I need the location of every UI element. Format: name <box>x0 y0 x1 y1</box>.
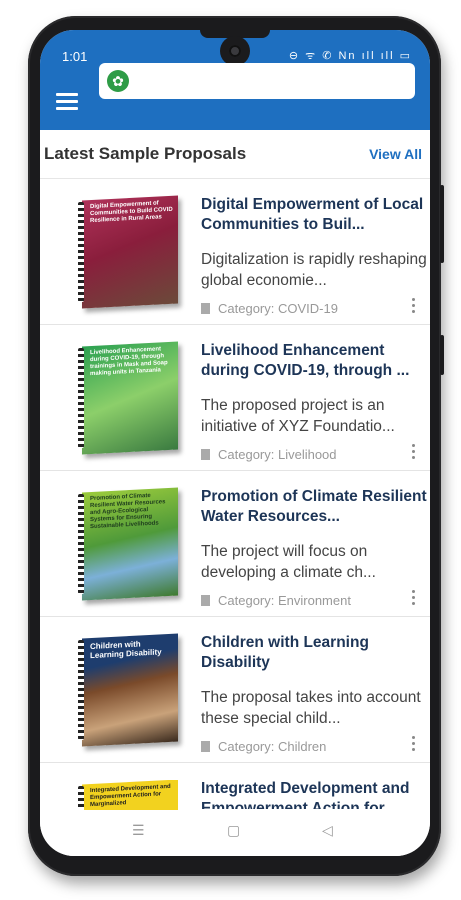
more-options-icon[interactable] <box>410 443 416 461</box>
proposal-list: Digital Empowerment of Communities to Bu… <box>40 179 430 823</box>
book-cover-image: Children with Learning Disability <box>78 633 178 747</box>
screen: 1:01 ⊖ ᯤ ✆ Nn ıll ıll ▭ ✿ Latest Sample … <box>40 30 430 856</box>
home-button[interactable]: ▢ <box>227 822 240 839</box>
list-item[interactable]: Promotion of Climate Resilient Water Res… <box>40 471 430 617</box>
proposal-title[interactable]: Promotion of Climate Resilient Water Res… <box>201 487 429 527</box>
proposal-title[interactable]: Livelihood Enhancement during COVID-19, … <box>201 341 429 381</box>
proposal-description: Digitalization is rapidly reshaping glob… <box>201 251 427 289</box>
view-all-link[interactable]: View All <box>369 146 422 162</box>
volume-button <box>440 185 444 263</box>
section-title: Latest Sample Proposals <box>44 144 247 163</box>
more-options-icon[interactable] <box>410 589 416 607</box>
cover-title: Promotion of Climate Resilient Water Res… <box>90 492 166 531</box>
search-bar[interactable]: ✿ <box>99 63 415 99</box>
document-icon <box>201 595 210 606</box>
book-cover-image: Promotion of Climate Resilient Water Res… <box>78 487 178 601</box>
proposal-category: Category: Livelihood <box>201 447 337 462</box>
list-item[interactable]: Digital Empowerment of Communities to Bu… <box>40 179 430 325</box>
section-header: Latest Sample Proposals View All <box>40 130 430 179</box>
list-item[interactable]: Children with Learning Disability Childr… <box>40 617 430 763</box>
status-time: 1:01 <box>62 49 88 64</box>
proposal-description: The proposal takes into account these sp… <box>201 689 421 727</box>
book-cover-image: Livelihood Enhancement during COVID-19, … <box>78 341 178 455</box>
back-button[interactable]: ◁ <box>322 822 333 839</box>
system-nav-bar: ☰ ▢ ◁ <box>40 810 430 856</box>
app-logo-icon: ✿ <box>107 70 129 92</box>
more-options-icon[interactable] <box>410 297 416 315</box>
cover-title: Children with Learning Disability <box>90 639 162 661</box>
document-icon <box>201 303 210 314</box>
cover-title: Integrated Development and Empowerment A… <box>90 783 171 809</box>
proposal-title[interactable]: Integrated Development and Empowerment A… <box>201 779 429 809</box>
status-icons: ⊖ ᯤ ✆ Nn ıll ıll ▭ <box>288 50 412 62</box>
document-icon <box>201 449 210 460</box>
hamburger-menu-icon[interactable] <box>56 93 78 111</box>
proposal-category: Category: COVID-19 <box>201 301 338 316</box>
proposal-description: The project will focus on developing a c… <box>201 543 376 581</box>
book-cover-image: Digital Empowerment of Communities to Bu… <box>78 195 178 309</box>
proposal-description: The proposed project is an initiative of… <box>201 397 395 435</box>
proposal-title[interactable]: Digital Empowerment of Local Communities… <box>201 195 429 235</box>
cover-title: Digital Empowerment of Communities to Bu… <box>90 200 173 225</box>
front-camera <box>220 36 250 66</box>
cover-title: Livelihood Enhancement during COVID-19, … <box>90 346 168 378</box>
more-options-icon[interactable] <box>410 735 416 753</box>
proposal-category: Category: Environment <box>201 593 351 608</box>
recent-apps-button[interactable]: ☰ <box>132 822 145 839</box>
proposal-title[interactable]: Children with Learning Disability <box>201 633 429 673</box>
search-input[interactable] <box>137 69 411 95</box>
list-item[interactable]: Livelihood Enhancement during COVID-19, … <box>40 325 430 471</box>
power-button <box>440 335 444 375</box>
proposal-category: Category: Children <box>201 739 326 754</box>
document-icon <box>201 741 210 752</box>
